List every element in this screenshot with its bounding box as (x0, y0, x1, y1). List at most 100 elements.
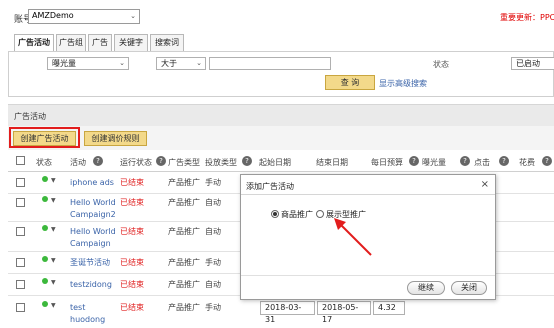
campaign-name[interactable]: test huodong (70, 302, 105, 326)
run-status: 已结束 (120, 280, 144, 289)
targeting-type: 自动 (205, 280, 221, 289)
annotation-arrow-icon (334, 218, 372, 256)
row-checkbox[interactable] (16, 178, 25, 187)
option-product-promotion-label[interactable]: 商品推广 (281, 209, 313, 220)
status-dot-icon (42, 196, 48, 202)
targeting-type: 手动 (205, 178, 221, 187)
query-button[interactable]: 查 询 (325, 75, 375, 90)
campaign-name[interactable]: Hello World Campaign2 (70, 197, 118, 221)
col-spend[interactable]: 花费 (519, 157, 535, 168)
close-icon[interactable]: × (481, 179, 489, 190)
help-icon[interactable]: ? (409, 156, 419, 166)
operator-select[interactable]: 大于 ⌄ (156, 57, 206, 70)
status-label: 状态 (433, 60, 449, 69)
targeting-type: 手动 (205, 303, 221, 312)
row-checkbox[interactable] (16, 280, 25, 289)
tab-search-terms[interactable]: 搜索词 (150, 34, 184, 51)
help-icon[interactable]: ? (93, 156, 103, 166)
status-dot-icon (42, 256, 48, 262)
tab-keywords[interactable]: 关键字 (114, 34, 148, 51)
close-button[interactable]: 关闭 (451, 281, 487, 295)
help-icon[interactable]: ? (499, 156, 509, 166)
operator-value: 大于 (161, 59, 177, 68)
ad-type: 产品推广 (168, 258, 200, 267)
highlight-box (9, 127, 80, 148)
account-bar: 账号 AMZDemo ⌄ 重要更新：PPC (0, 0, 554, 30)
caret-down-icon[interactable]: ▼ (51, 302, 56, 309)
caret-down-icon[interactable]: ▼ (51, 197, 56, 204)
filter-panel: 曝光量 ⌄ 大于 ⌄ 状态 已启动 查 询 显示高级搜索 (8, 51, 554, 97)
col-impressions[interactable]: 曝光量 (422, 157, 446, 168)
campaign-name[interactable]: Hello World Campaign (70, 226, 118, 250)
status-dot-icon (42, 278, 48, 284)
run-status: 已结束 (120, 178, 144, 187)
col-start-date[interactable]: 起始日期 (259, 157, 291, 168)
caret-down-icon[interactable]: ▼ (51, 177, 56, 184)
dialog-title: 添加广告活动 (246, 182, 294, 191)
row-checkbox[interactable] (16, 303, 25, 312)
account-select[interactable]: AMZDemo ⌄ (28, 9, 140, 24)
campaign-name[interactable]: iphone ads (70, 177, 114, 189)
run-status: 已结束 (120, 227, 144, 236)
help-icon[interactable]: ? (242, 156, 252, 166)
help-icon[interactable]: ? (460, 156, 470, 166)
status-select[interactable]: 已启动 (511, 57, 554, 70)
select-all-checkbox[interactable] (16, 156, 25, 165)
chevron-down-icon: ⌄ (196, 59, 202, 67)
campaign-name[interactable]: 圣诞节活动 (70, 257, 110, 269)
table-row: ▼ test huodong 已结束 产品推广 手动 2018-03-31 20… (8, 296, 554, 328)
daily-budget-input[interactable]: 4.32 (373, 301, 405, 315)
advanced-search-link[interactable]: 显示高级搜索 (379, 78, 427, 89)
help-icon[interactable]: ? (542, 156, 552, 166)
col-run-status[interactable]: 运行状态 (120, 157, 152, 168)
campaign-section-header: 广告活动 (8, 104, 554, 126)
status-dot-icon (42, 176, 48, 182)
create-bid-rule-button[interactable]: 创建调价规则 (84, 131, 147, 146)
row-checkbox[interactable] (16, 198, 25, 207)
caret-down-icon[interactable]: ▼ (51, 279, 56, 286)
targeting-type: 自动 (205, 227, 221, 236)
filter-value-input[interactable] (209, 57, 331, 70)
end-date-input[interactable]: 2018-05-17 (317, 301, 371, 324)
col-status[interactable]: 状态 (36, 157, 52, 168)
run-status: 已结束 (120, 198, 144, 207)
tab-ads[interactable]: 广告 (88, 34, 112, 51)
continue-button[interactable]: 继续 (407, 281, 445, 295)
radio-display-promotion[interactable] (316, 210, 324, 218)
important-update-notice[interactable]: 重要更新：PPC (500, 12, 554, 23)
run-status: 已结束 (120, 258, 144, 267)
targeting-type: 手动 (205, 258, 221, 267)
tab-ad-groups[interactable]: 广告组 (56, 34, 86, 51)
ad-type: 产品推广 (168, 280, 200, 289)
col-targeting[interactable]: 投放类型 (205, 157, 237, 168)
chevron-down-icon: ⌄ (130, 12, 136, 20)
tab-campaigns[interactable]: 广告活动 (14, 34, 54, 52)
add-campaign-dialog: 添加广告活动 × 商品推广 展示型推广 继续 关闭 (240, 174, 496, 300)
col-daily-budget[interactable]: 每日预算 (371, 157, 403, 168)
targeting-type: 自动 (205, 198, 221, 207)
dialog-footer: 继续 关闭 (241, 275, 495, 299)
radio-product-promotion[interactable] (271, 210, 279, 218)
col-end-date[interactable]: 结束日期 (316, 157, 348, 168)
caret-down-icon[interactable]: ▼ (51, 226, 56, 233)
chevron-down-icon: ⌄ (119, 59, 125, 67)
status-dot-icon (42, 301, 48, 307)
row-checkbox[interactable] (16, 227, 25, 236)
run-status: 已结束 (120, 303, 144, 312)
help-icon[interactable]: ? (156, 156, 166, 166)
account-value: AMZDemo (32, 11, 74, 20)
col-clicks[interactable]: 点击 (474, 157, 490, 168)
caret-down-icon[interactable]: ▼ (51, 257, 56, 264)
ad-type: 产品推广 (168, 303, 200, 312)
section-title: 广告活动 (14, 112, 46, 121)
start-date-input[interactable]: 2018-03-31 (260, 301, 315, 324)
campaign-name[interactable]: testzidong (70, 279, 112, 291)
row-checkbox[interactable] (16, 258, 25, 267)
col-campaign[interactable]: 活动 (70, 157, 86, 168)
ad-type: 产品推广 (168, 227, 200, 236)
status-value: 已启动 (516, 59, 540, 68)
ad-type: 产品推广 (168, 198, 200, 207)
metric-select[interactable]: 曝光量 ⌄ (47, 57, 129, 70)
dialog-header: 添加广告活动 × (241, 175, 495, 195)
col-ad-type[interactable]: 广告类型 (168, 157, 200, 168)
